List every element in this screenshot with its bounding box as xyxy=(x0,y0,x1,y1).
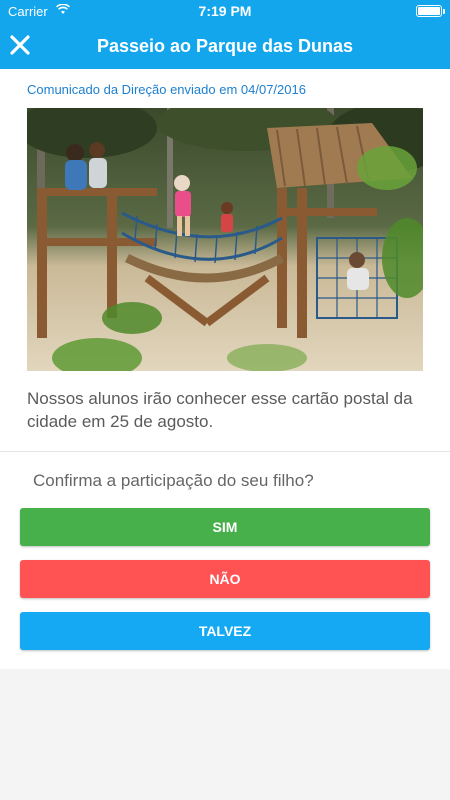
close-icon xyxy=(10,35,30,55)
app-header: Carrier 7:19 PM Passeio ao Parque das Du… xyxy=(0,0,450,69)
message-sent-info: Comunicado da Direção enviado em 04/07/2… xyxy=(27,82,306,97)
status-bar: Carrier 7:19 PM xyxy=(0,0,450,22)
message-photo xyxy=(27,108,423,371)
no-button[interactable]: NÃO xyxy=(20,560,430,598)
message-body: Nossos alunos irão conhecer esse cartão … xyxy=(27,389,413,431)
yes-button[interactable]: SIM xyxy=(20,508,430,546)
maybe-button[interactable]: TALVEZ xyxy=(20,612,430,650)
page-title: Passeio ao Parque das Dunas xyxy=(96,36,354,56)
divider xyxy=(0,451,450,452)
message-card: Comunicado da Direção enviado em 04/07/2… xyxy=(0,69,450,669)
close-button[interactable] xyxy=(8,33,32,57)
status-time: 7:19 PM xyxy=(198,3,252,19)
battery-icon xyxy=(416,5,445,17)
rsvp-question: Confirma a participação do seu filho? xyxy=(33,471,314,490)
